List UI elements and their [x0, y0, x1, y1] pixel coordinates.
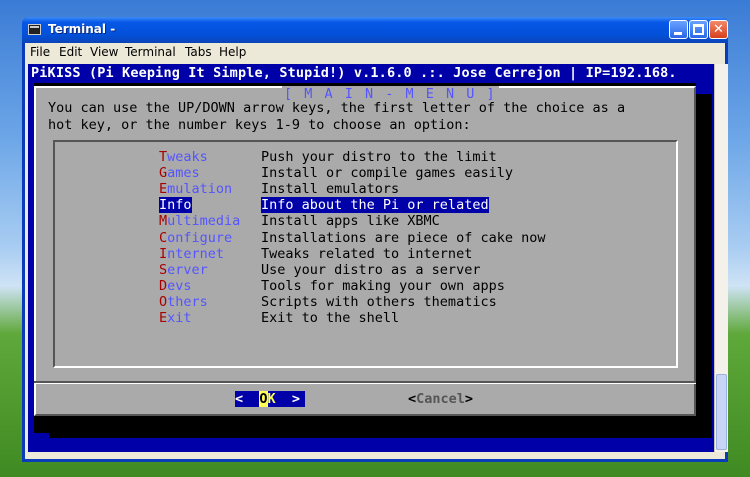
hotkey-letter: I [159, 246, 168, 262]
option-description: Tweaks related to internet [261, 246, 473, 262]
instruction-line: hot key, or the number keys 1-9 to choos… [48, 117, 471, 133]
option-description: Exit to the shell [261, 310, 400, 326]
close-button[interactable]: ✕ [709, 20, 728, 39]
ok-button[interactable]: < OK > [235, 391, 305, 407]
option-description: Install emulators [261, 181, 400, 197]
close-icon: ✕ [713, 22, 724, 37]
cancel-button[interactable]: <Cancel> [408, 391, 473, 407]
option-tag: nternet [167, 246, 225, 262]
option-tag: ultimedia [167, 213, 241, 229]
option-tag: erver [167, 262, 208, 278]
option-tag: onfigure [167, 230, 233, 246]
terminal-app-icon [28, 24, 41, 35]
ok-label: K [267, 391, 276, 407]
maximize-button[interactable] [689, 20, 708, 39]
cancel-label: ancel [424, 391, 465, 407]
pikiss-header-text: PiKISS (Pi Keeping It Simple, Stupid!) v… [31, 65, 677, 81]
ok-right-bracket: > [275, 391, 301, 407]
scrollbar-thumb[interactable] [716, 374, 727, 450]
menu-edit[interactable]: Edit [59, 45, 82, 59]
menu-view[interactable]: View [90, 45, 118, 59]
option-description: Install or compile games easily [261, 165, 513, 181]
title-bar[interactable]: Terminal - ✕ [22, 17, 728, 43]
ok-hotkey: O [259, 391, 268, 407]
option-tag: xit [167, 310, 192, 326]
menu-file[interactable]: File [30, 45, 50, 59]
hotkey-letter: S [159, 262, 168, 278]
minimize-icon [674, 32, 682, 35]
option-description: Use your distro as a server [261, 262, 481, 278]
option-description: Install apps like XBMC [261, 213, 440, 229]
terminal-screen[interactable]: PiKISS (Pi Keeping It Simple, Stupid!) v… [28, 64, 714, 452]
cancel-right-bracket: > [464, 391, 474, 407]
hotkey-letter: T [159, 149, 168, 165]
option-tag: evs [167, 278, 192, 294]
window-title: Terminal - [48, 22, 116, 36]
main-menu-dialog: [ M A I N - M E N U ] You can use the UP… [34, 86, 696, 416]
minimize-button[interactable] [669, 20, 688, 39]
hotkey-letter: E [159, 310, 168, 326]
pikiss-header-bar: PiKISS (Pi Keeping It Simple, Stupid!) v… [28, 64, 714, 83]
menu-bar: File Edit View Terminal Tabs Help [25, 43, 725, 64]
hotkey-letter: O [159, 294, 168, 310]
option-tag: thers [167, 294, 208, 310]
hotkey-letter: E [159, 181, 168, 197]
option-tag: nfo [167, 197, 192, 213]
instruction-text: You can use the UP/DOWN arrow keys, the … [48, 100, 688, 134]
option-tag: weaks [167, 149, 208, 165]
menu-list: Tweaks Push your distro to the limit Gam… [53, 140, 678, 368]
dialog-separator [34, 381, 696, 384]
maximize-icon [693, 24, 704, 35]
hotkey-letter: G [159, 165, 168, 181]
option-description: Tools for making your own apps [261, 278, 505, 294]
terminal-scrollbar[interactable] [714, 64, 728, 452]
hotkey-letter: M [159, 213, 168, 229]
option-description: Push your distro to the limit [261, 149, 497, 165]
menu-tabs[interactable]: Tabs [185, 45, 212, 59]
option-tag: ames [167, 165, 200, 181]
menu-help[interactable]: Help [219, 45, 246, 59]
hotkey-letter: C [159, 230, 168, 246]
option-description: Info about the Pi or related [261, 197, 489, 213]
option-description: Installations are piece of cake now [261, 230, 546, 246]
cancel-left-bracket: < [408, 391, 417, 407]
hotkey-letter: D [159, 278, 168, 294]
instruction-line: You can use the UP/DOWN arrow keys, the … [48, 100, 626, 116]
ok-left-bracket: < [235, 391, 260, 407]
option-tag: mulation [167, 181, 233, 197]
terminal-window: Terminal - ✕ File Edit View Terminal Tab… [22, 17, 728, 462]
option-description: Scripts with others thematics [261, 294, 497, 310]
menu-terminal[interactable]: Terminal [125, 45, 176, 59]
hotkey-letter: I [159, 197, 168, 213]
